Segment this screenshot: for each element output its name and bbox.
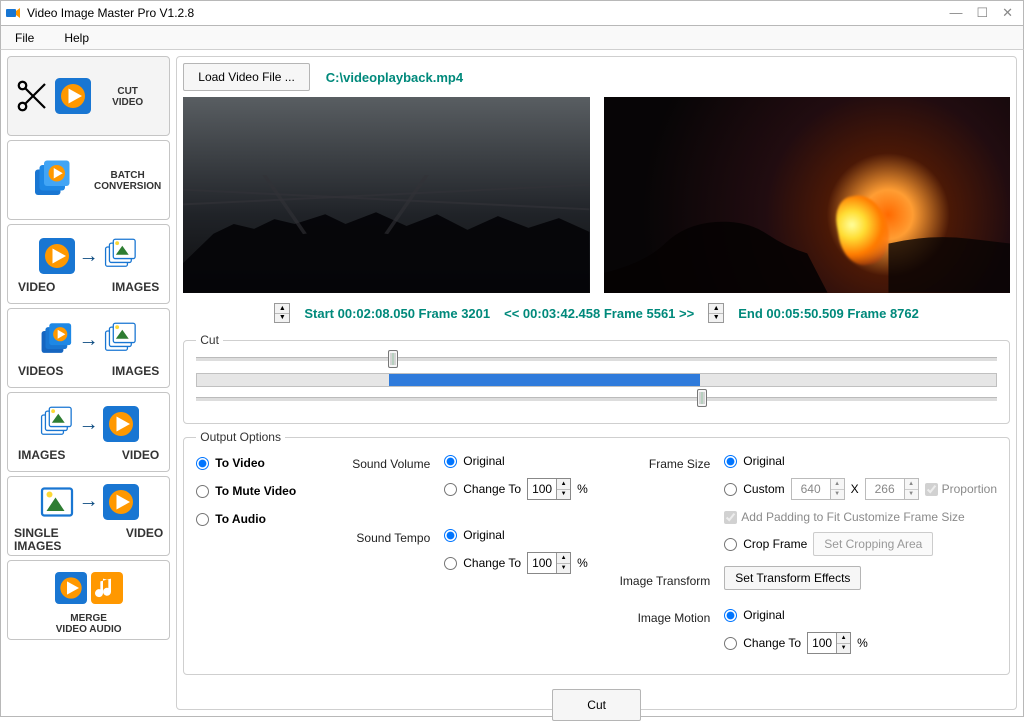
i2v-right-label: VIDEO xyxy=(122,449,159,462)
i2v-left-label: IMAGES xyxy=(18,449,65,462)
preview-start-frame xyxy=(183,97,589,293)
cut-fieldset: Cut xyxy=(183,333,1010,424)
radio-to-mute[interactable] xyxy=(196,485,209,498)
preview-end-frame xyxy=(604,97,1010,293)
radio-to-audio[interactable] xyxy=(196,513,209,526)
radio-im-change[interactable] xyxy=(724,637,737,650)
video-icon xyxy=(103,484,139,520)
radio-st-change[interactable] xyxy=(444,557,457,570)
videos-stack-icon xyxy=(39,322,75,358)
sidebar-video-to-images[interactable]: → VIDEO IMAGES xyxy=(7,224,170,304)
images-icon xyxy=(103,322,139,358)
merge-label: MERGE VIDEO AUDIO xyxy=(56,613,122,635)
radio-st-original[interactable] xyxy=(444,529,457,542)
set-crop-button: Set Cropping Area xyxy=(813,532,933,556)
sidebar-images-to-video[interactable]: → IMAGES VIDEO xyxy=(7,392,170,472)
im-value-input[interactable]: ▲▼ xyxy=(807,632,851,654)
menu-help[interactable]: Help xyxy=(58,29,95,47)
cut-end-handle[interactable] xyxy=(697,389,707,407)
sv-value-input[interactable]: ▲▼ xyxy=(527,478,571,500)
end-time-label: End 00:05:50.509 Frame 8762 xyxy=(738,306,919,321)
timeline-info: ▲▼ Start 00:02:08.050 Frame 3201 << 00:0… xyxy=(177,299,1016,327)
radio-fs-custom[interactable] xyxy=(724,483,737,496)
menu-file[interactable]: File xyxy=(9,29,40,47)
radio-crop-frame[interactable] xyxy=(724,538,737,551)
height-input[interactable]: ▲▼ xyxy=(865,478,919,500)
sidebar-cut-video[interactable]: CUT VIDEO xyxy=(7,56,170,136)
video-icon xyxy=(55,572,87,604)
sidebar-batch[interactable]: BATCH CONVERSION xyxy=(7,140,170,220)
window-title: Video Image Master Pro V1.2.8 xyxy=(27,6,949,20)
radio-sv-original[interactable] xyxy=(444,455,457,468)
vs2i-left-label: VIDEOS xyxy=(18,365,63,378)
menu-bar: File Help xyxy=(0,26,1024,50)
video-icon xyxy=(103,406,139,442)
batch-icon xyxy=(32,159,74,201)
content-area: CUT VIDEO BATCH CONVERSION → VIDEO IMAGE… xyxy=(0,50,1024,717)
arrow-right-icon: → xyxy=(79,414,99,434)
cut-legend: Cut xyxy=(196,333,223,347)
image-motion-label: Image Motion xyxy=(616,611,716,625)
sidebar: CUT VIDEO BATCH CONVERSION → VIDEO IMAGE… xyxy=(7,56,170,710)
close-button[interactable]: ✕ xyxy=(1002,5,1013,21)
radio-fs-original[interactable] xyxy=(724,455,737,468)
maximize-button[interactable]: ☐ xyxy=(976,5,988,21)
play-icon xyxy=(55,78,91,114)
start-spinner[interactable]: ▲▼ xyxy=(274,303,290,323)
sidebar-single-images-to-video[interactable]: → SINGLE IMAGES VIDEO xyxy=(7,476,170,556)
end-spinner[interactable]: ▲▼ xyxy=(708,303,724,323)
cut-button[interactable]: Cut xyxy=(552,689,641,721)
sound-volume-label: Sound Volume xyxy=(346,457,436,471)
radio-im-original[interactable] xyxy=(724,609,737,622)
vs2i-right-label: IMAGES xyxy=(112,365,159,378)
file-path: C:\videoplayback.mp4 xyxy=(326,70,463,85)
checkbox-proportion xyxy=(925,483,938,496)
cut-start-handle[interactable] xyxy=(388,350,398,368)
radio-to-video[interactable] xyxy=(196,457,209,470)
set-transform-button[interactable]: Set Transform Effects xyxy=(724,566,861,590)
output-fieldset: Output Options To Video To Mute Video To… xyxy=(183,430,1010,675)
sidebar-batch-label: BATCH CONVERSION xyxy=(92,170,163,192)
st-value-input[interactable]: ▲▼ xyxy=(527,552,571,574)
sound-tempo-label: Sound Tempo xyxy=(346,531,436,545)
video-icon xyxy=(39,238,75,274)
v2i-left-label: VIDEO xyxy=(18,281,55,294)
to-mute-label: To Mute Video xyxy=(215,484,296,498)
to-video-label: To Video xyxy=(215,456,265,470)
start-time-label: Start 00:02:08.050 Frame 3201 xyxy=(304,306,490,321)
output-legend: Output Options xyxy=(196,430,285,444)
sidebar-merge-va[interactable]: MERGE VIDEO AUDIO xyxy=(7,560,170,640)
minimize-button[interactable]: — xyxy=(949,5,962,21)
title-bar: Video Image Master Pro V1.2.8 — ☐ ✕ xyxy=(0,0,1024,26)
si2v-left-label: SINGLE IMAGES xyxy=(14,527,61,553)
arrow-right-icon: → xyxy=(79,330,99,350)
si2v-right-label: VIDEO xyxy=(126,527,163,553)
audio-icon xyxy=(91,572,123,604)
scissors-icon xyxy=(15,78,51,114)
app-icon xyxy=(5,5,21,21)
image-transform-label: Image Transform xyxy=(616,574,716,588)
v2i-right-label: IMAGES xyxy=(112,281,159,294)
sidebar-cut-label: CUT VIDEO xyxy=(92,86,163,108)
main-panel: Load Video File ... C:\videoplayback.mp4 xyxy=(176,56,1017,710)
mid-time-label: << 00:03:42.458 Frame 5561 >> xyxy=(504,306,694,321)
images-icon xyxy=(39,406,75,442)
frame-size-label: Frame Size xyxy=(616,457,716,471)
images-icon xyxy=(103,238,139,274)
arrow-right-icon: → xyxy=(79,492,99,512)
cut-range-bar[interactable] xyxy=(196,373,997,387)
load-video-button[interactable]: Load Video File ... xyxy=(183,63,310,91)
radio-sv-change[interactable] xyxy=(444,483,457,496)
arrow-right-icon: → xyxy=(79,246,99,266)
sidebar-videos-to-images[interactable]: → VIDEOS IMAGES xyxy=(7,308,170,388)
single-image-icon xyxy=(39,484,75,520)
width-input[interactable]: ▲▼ xyxy=(791,478,845,500)
checkbox-padding xyxy=(724,511,737,524)
to-audio-label: To Audio xyxy=(215,512,266,526)
